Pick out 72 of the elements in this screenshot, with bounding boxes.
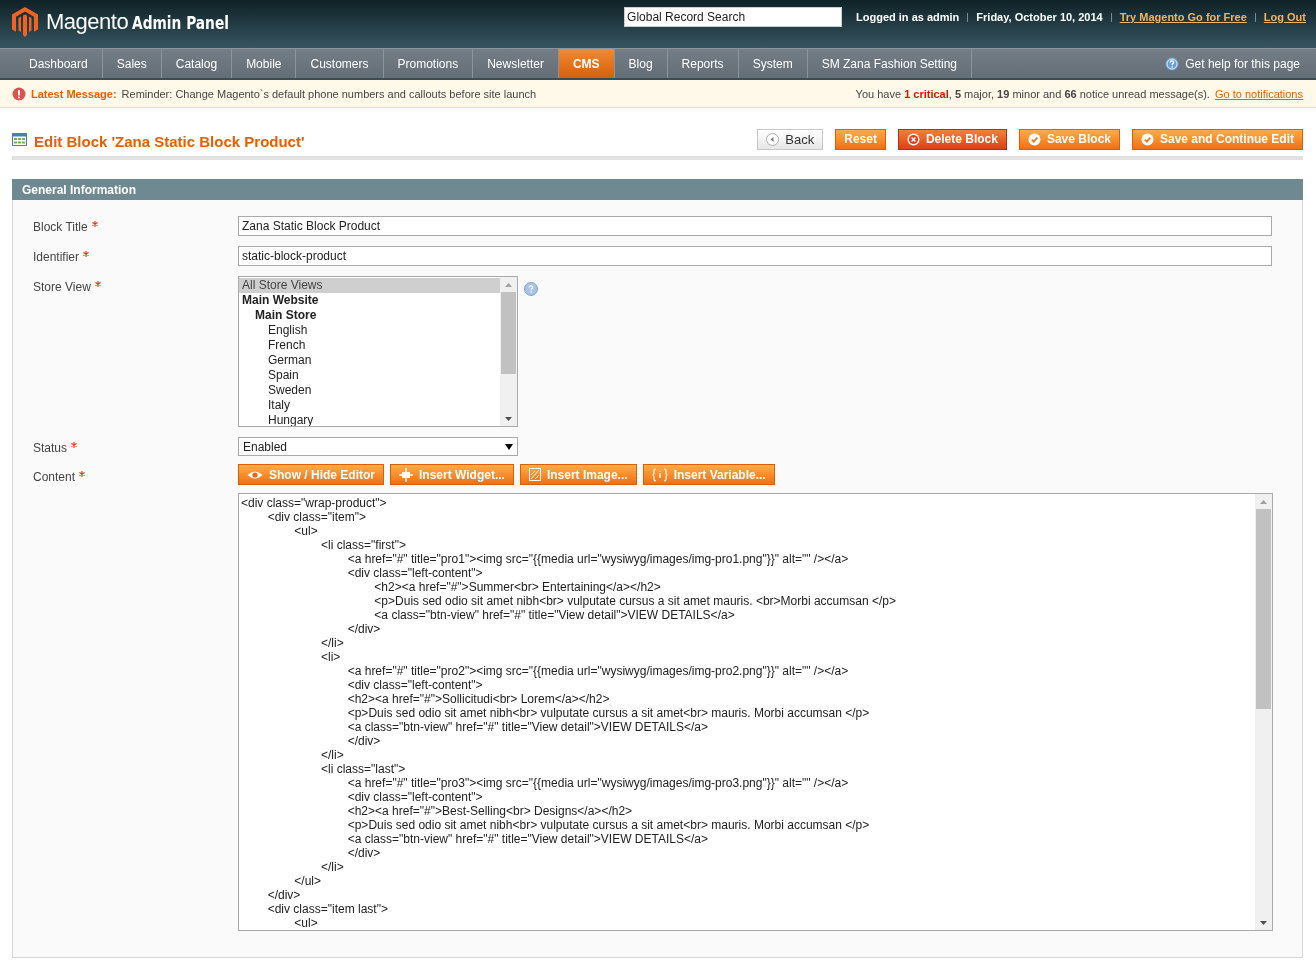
- scroll-up-icon[interactable]: [505, 283, 512, 287]
- editor-button[interactable]: Insert Variable...: [642, 464, 775, 485]
- nav-tab[interactable]: Newsletter: [473, 49, 559, 78]
- grid-icon: [12, 132, 27, 146]
- help-link[interactable]: Get help for this page: [1185, 56, 1300, 71]
- store-view-option[interactable]: German: [239, 353, 500, 368]
- nav-tab[interactable]: System: [738, 49, 808, 78]
- nav-tab[interactable]: Blog: [614, 49, 668, 78]
- page-title: Edit Block 'Zana Static Block Product': [34, 131, 305, 150]
- cancel-icon: [906, 132, 920, 146]
- store-view-option[interactable]: Main Website: [239, 293, 500, 308]
- notifications-link[interactable]: Go to notifications: [1214, 87, 1303, 100]
- action-button[interactable]: Save Block: [1018, 128, 1120, 150]
- store-view-option[interactable]: Hungary: [239, 413, 500, 426]
- user-text: Logged in as admin: [856, 11, 960, 23]
- nav-tab[interactable]: Dashboard: [15, 49, 103, 78]
- field-label: Store View: [33, 280, 91, 294]
- nav-tab[interactable]: CMS: [558, 49, 615, 78]
- scroll-up-icon[interactable]: [1260, 500, 1267, 504]
- dropdown-caret-icon: [505, 443, 513, 450]
- store-view-option[interactable]: Main Store: [239, 308, 500, 323]
- editor-button[interactable]: Show / Hide Editor: [238, 464, 384, 485]
- action-button[interactable]: Save and Continue Edit: [1132, 128, 1303, 150]
- widget-icon: [399, 467, 413, 482]
- editor-button[interactable]: Insert Widget...: [390, 464, 514, 485]
- nav-tab[interactable]: SM Zana Fashion Setting: [807, 49, 973, 78]
- field-label: Status: [33, 441, 68, 455]
- braces-icon: [651, 467, 668, 482]
- nav-tab[interactable]: Promotions: [383, 49, 474, 78]
- alert-icon: [12, 86, 26, 101]
- help-icon: [1165, 56, 1180, 71]
- nav-tab[interactable]: Catalog: [161, 49, 233, 78]
- editor-button[interactable]: Insert Image...: [519, 464, 637, 485]
- date-text: Friday, October 10, 2014: [976, 11, 1103, 23]
- scroll-down-icon[interactable]: [1260, 921, 1267, 925]
- check-icon: [1027, 132, 1041, 146]
- store-view-option[interactable]: French: [239, 338, 500, 353]
- eye-icon: [247, 469, 263, 480]
- logo-subtitle: Admin Panel: [132, 11, 230, 33]
- header-link[interactable]: Log Out: [1263, 11, 1306, 23]
- store-view-option[interactable]: Italy: [239, 398, 500, 413]
- search-field[interactable]: Global Record Search: [624, 7, 843, 27]
- scrollbar[interactable]: [1255, 494, 1272, 930]
- text-field[interactable]: Zana Static Block Product: [238, 216, 1272, 236]
- nav-tab[interactable]: Customers: [296, 49, 384, 78]
- scrollbar[interactable]: [500, 277, 517, 426]
- logo-icon: [12, 7, 38, 37]
- message-summary: You have 1 critical, 5 major, 19 minor and 66 notice unread message(s).: [855, 87, 1210, 100]
- action-button[interactable]: Delete Block: [897, 128, 1007, 150]
- message-text: Reminder: Change Magento`s default phone numbers and callouts before site launch: [121, 87, 537, 100]
- action-button[interactable]: Back: [757, 128, 824, 150]
- field-label: Identifier: [33, 250, 80, 264]
- status-select[interactable]: Enabled: [238, 437, 518, 456]
- header-link[interactable]: Try Magento Go for Free: [1119, 11, 1247, 23]
- store-view-option[interactable]: Spain: [239, 368, 500, 383]
- store-view-option[interactable]: All Store Views: [239, 278, 500, 293]
- image-icon: [528, 468, 541, 481]
- store-view-list[interactable]: All Store Views Main Website Main Store English French German Spain Sweden Italy Hungary: [238, 276, 518, 427]
- store-view-option[interactable]: Sweden: [239, 383, 500, 398]
- field-label: Content: [33, 470, 76, 484]
- help-icon: [524, 282, 538, 296]
- section-header: General Information: [12, 179, 1303, 200]
- nav-tab[interactable]: Reports: [667, 49, 739, 78]
- store-view-option[interactable]: English: [239, 323, 500, 338]
- logo-text: Magento: [46, 9, 129, 35]
- message-label: Latest Message:: [31, 87, 117, 100]
- text-field[interactable]: static-block-product: [238, 246, 1272, 266]
- scroll-down-icon[interactable]: [505, 417, 512, 421]
- field-label: Block Title: [33, 220, 88, 234]
- nav-tab[interactable]: Mobile: [232, 49, 297, 78]
- check-icon: [1141, 132, 1154, 146]
- nav-tab[interactable]: Sales: [102, 49, 162, 78]
